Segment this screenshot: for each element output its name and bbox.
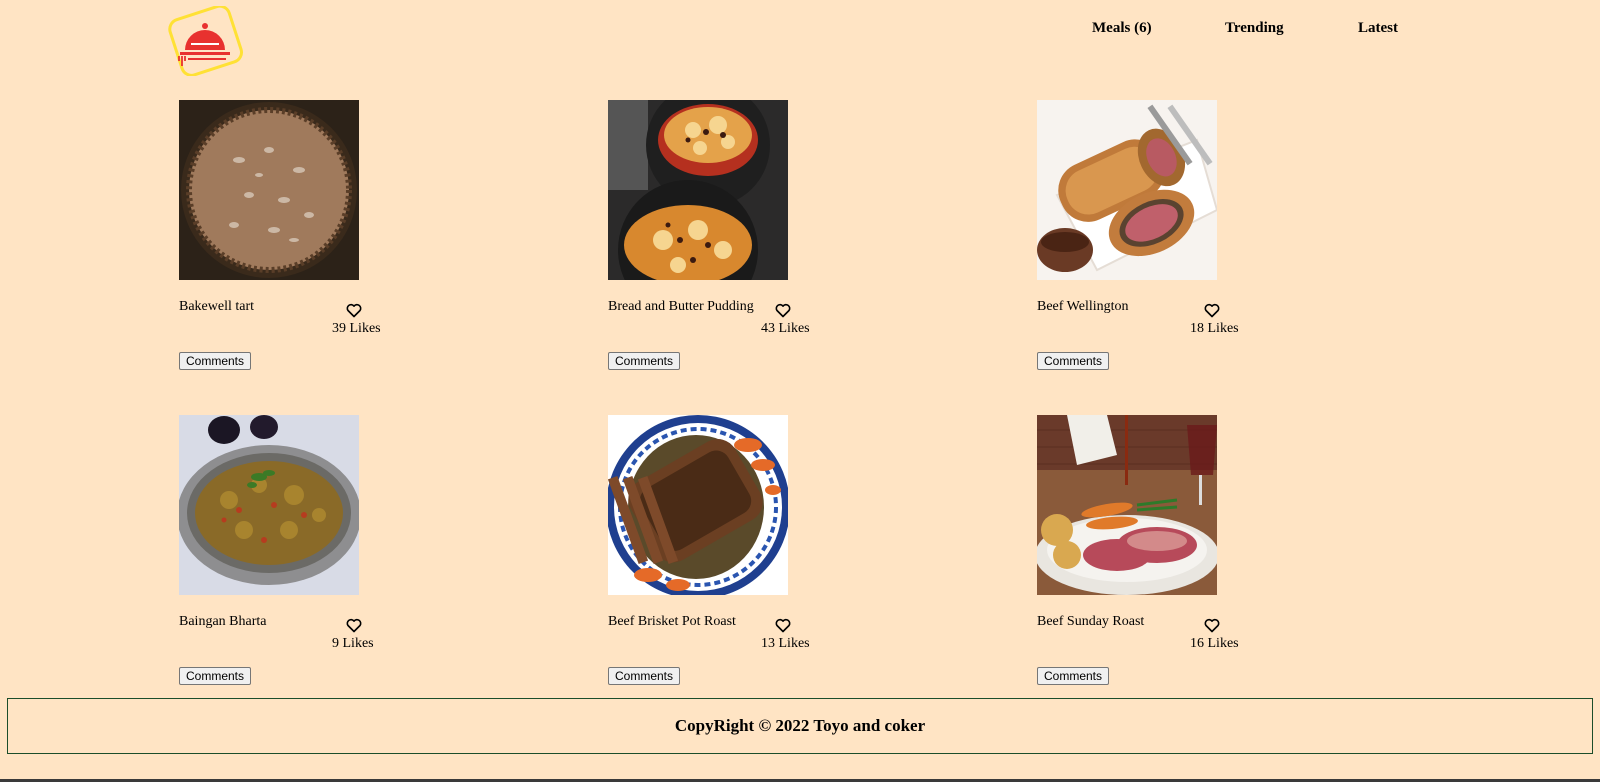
- comments-button[interactable]: Comments: [608, 352, 681, 370]
- meal-title: Bread and Butter Pudding: [608, 299, 754, 314]
- meal-card: Beef Brisket Pot Roast 13 Likes Comments: [608, 415, 868, 690]
- heart-icon[interactable]: [775, 303, 791, 318]
- meal-image-bharta[interactable]: [179, 415, 359, 595]
- comments-button[interactable]: Comments: [1037, 352, 1110, 370]
- comments-button[interactable]: Comments: [1037, 667, 1110, 685]
- heart-icon[interactable]: [1204, 303, 1220, 318]
- meal-title: Baingan Bharta: [179, 614, 267, 629]
- meal-likes: 9 Likes: [332, 636, 374, 651]
- meal-likes: 13 Likes: [761, 636, 810, 651]
- meal-likes: 18 Likes: [1190, 321, 1239, 336]
- meal-likes: 39 Likes: [332, 321, 381, 336]
- meal-image-tart[interactable]: [179, 100, 359, 280]
- meal-card: Baingan Bharta 9 Likes Comments: [179, 415, 439, 690]
- comments-button[interactable]: Comments: [608, 667, 681, 685]
- heart-icon[interactable]: [775, 618, 791, 633]
- comments-button[interactable]: Comments: [179, 352, 252, 370]
- meal-image-pudding[interactable]: [608, 100, 788, 280]
- meal-likes: 43 Likes: [761, 321, 810, 336]
- meal-title: Beef Brisket Pot Roast: [608, 614, 736, 629]
- heart-icon[interactable]: [346, 303, 362, 318]
- meal-title: Beef Sunday Roast: [1037, 614, 1145, 629]
- meal-image-roast[interactable]: [1037, 415, 1217, 595]
- footer: CopyRight © 2022 Toyo and coker: [7, 698, 1593, 754]
- site-logo[interactable]: [166, 4, 244, 77]
- heart-icon[interactable]: [346, 618, 362, 633]
- meal-card: Beef Wellington 18 Likes Comments: [1037, 100, 1297, 375]
- heart-icon[interactable]: [1204, 618, 1220, 633]
- meal-image-wellington[interactable]: [1037, 100, 1217, 280]
- meal-card: Bread and Butter Pudding 43 Likes Commen…: [608, 100, 868, 375]
- nav-trending[interactable]: Trending: [1225, 20, 1284, 37]
- meal-card: Bakewell tart 39 Likes Comments: [179, 100, 439, 375]
- nav-latest[interactable]: Latest: [1358, 20, 1398, 37]
- meal-image-brisket[interactable]: [608, 415, 788, 595]
- comments-button[interactable]: Comments: [179, 667, 252, 685]
- nav-meals[interactable]: Meals (6): [1092, 20, 1152, 37]
- main-nav: Meals (6) Trending Latest: [0, 20, 1600, 40]
- copyright-text: CopyRight © 2022 Toyo and coker: [674, 716, 926, 735]
- meal-likes: 16 Likes: [1190, 636, 1239, 651]
- meal-card: Beef Sunday Roast 16 Likes Comments: [1037, 415, 1297, 690]
- meal-title: Bakewell tart: [179, 299, 255, 314]
- meal-cloche-icon: [168, 4, 243, 77]
- meal-title: Beef Wellington: [1037, 299, 1129, 314]
